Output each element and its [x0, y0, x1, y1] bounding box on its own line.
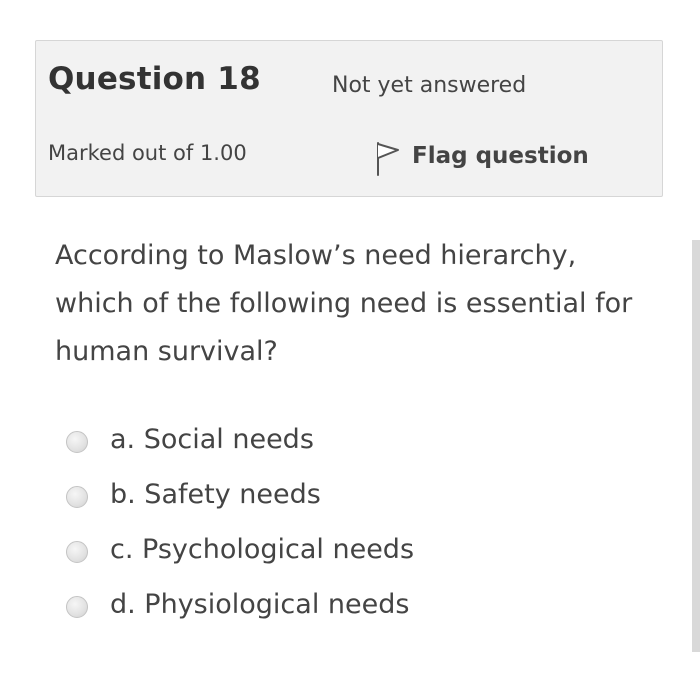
- question-info-panel: Question 18 Not yet answered Marked out …: [35, 40, 663, 197]
- answer-option-d[interactable]: d. Physiological needs: [66, 577, 414, 632]
- flag-question-button[interactable]: Flag question: [374, 135, 589, 177]
- flag-question-label: Flag question: [412, 143, 589, 169]
- radio-button-d[interactable]: [66, 595, 88, 618]
- radio-button-b[interactable]: [66, 485, 88, 508]
- radio-button-c[interactable]: [66, 540, 88, 563]
- answer-label-d: d. Physiological needs: [110, 589, 410, 620]
- answer-options: a. Social needs b. Safety needs c. Psych…: [66, 412, 414, 632]
- answer-option-c[interactable]: c. Psychological needs: [66, 522, 414, 577]
- answer-option-a[interactable]: a. Social needs: [66, 412, 414, 467]
- flag-icon: [377, 142, 399, 176]
- quiz-page: Question 18 Not yet answered Marked out …: [0, 0, 700, 682]
- answer-label-c: c. Psychological needs: [110, 534, 415, 565]
- question-grade: Marked out of 1.00: [48, 141, 247, 165]
- radio-button-a[interactable]: [66, 430, 88, 453]
- answer-label-a: a. Social needs: [110, 424, 314, 455]
- scrollbar[interactable]: [692, 240, 700, 652]
- question-state: Not yet answered: [332, 73, 527, 98]
- question-number: Question 18: [48, 61, 261, 97]
- answer-label-b: b. Safety needs: [110, 479, 321, 510]
- question-text: According to Maslow’s need hierarchy, wh…: [55, 240, 633, 367]
- answer-option-b[interactable]: b. Safety needs: [66, 467, 414, 522]
